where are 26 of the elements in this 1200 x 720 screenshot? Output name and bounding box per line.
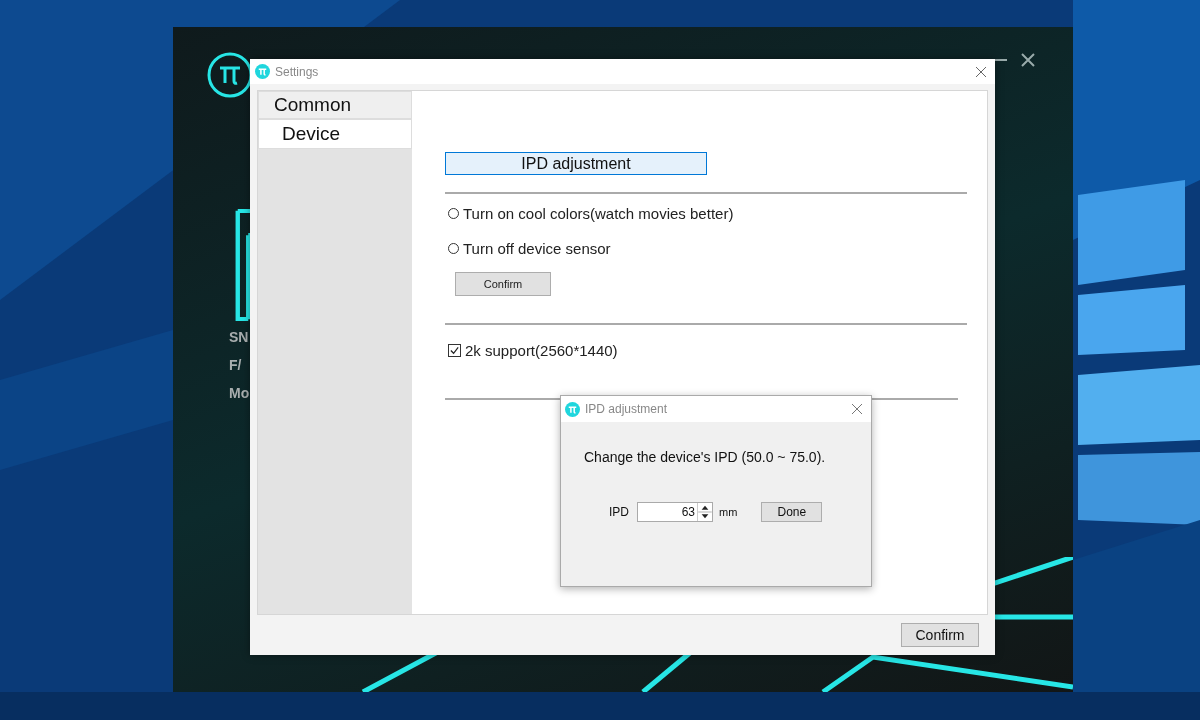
window-title: Settings xyxy=(275,64,320,79)
field-label: IPD xyxy=(609,505,629,519)
checkbox-option[interactable]: 2k support(2560*1440) xyxy=(448,341,618,359)
confirm-button[interactable]: Confirm xyxy=(455,272,551,296)
dialog-message: Change the device's IPD (50.0 ~ 75.0). xyxy=(584,449,827,465)
close-icon[interactable] xyxy=(975,65,987,78)
close-icon[interactable] xyxy=(851,403,863,415)
checkmark-icon xyxy=(449,344,460,356)
done-button[interactable]: Done xyxy=(761,502,823,522)
app-icon xyxy=(565,401,580,417)
radio-option[interactable]: Turn off device sensor xyxy=(448,239,611,257)
close-icon[interactable] xyxy=(1021,53,1035,67)
spinner-arrows-icon[interactable] xyxy=(697,503,712,521)
confirm-button[interactable]: Confirm xyxy=(901,623,979,647)
app-icon xyxy=(255,64,270,79)
ipd-input-field[interactable]: 63 xyxy=(637,502,713,522)
window-title: IPD adjustment xyxy=(585,402,669,416)
sidebar-item[interactable]: Device xyxy=(258,119,412,149)
unit-label: mm xyxy=(719,506,738,518)
device-info-label: F/ xyxy=(229,356,243,374)
radio-option[interactable]: Turn on cool colors(watch movies better) xyxy=(448,204,734,222)
device-info-label: SN xyxy=(229,328,250,346)
device-info-label: Mo xyxy=(229,384,250,402)
minimize-icon[interactable] xyxy=(993,58,1007,62)
sidebar-item[interactable]: Common xyxy=(258,91,412,119)
ipd-adjustment-button[interactable]: IPD adjustment xyxy=(445,152,707,175)
